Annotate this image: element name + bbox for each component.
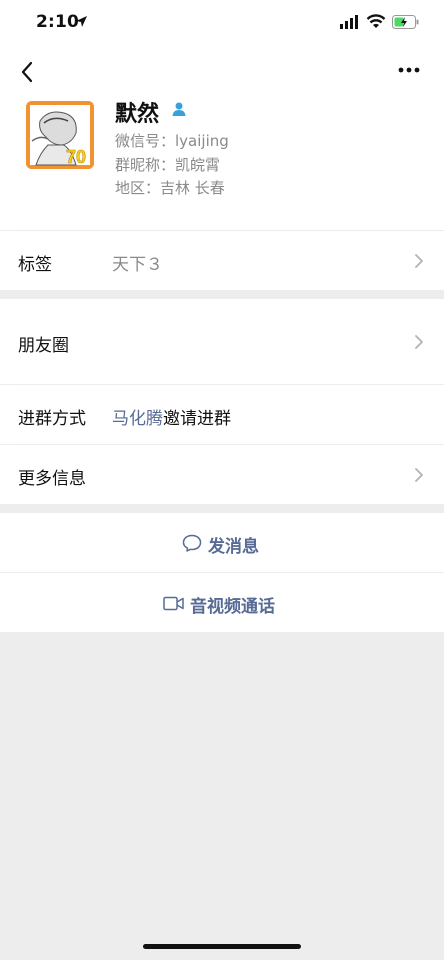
join-method-value: 马化腾邀请进群 bbox=[112, 404, 231, 429]
more-dots-icon[interactable] bbox=[392, 62, 428, 78]
more-info-label: 更多信息 bbox=[18, 469, 86, 489]
status-bar: 2:10 bbox=[0, 0, 444, 46]
join-method-label: 进群方式 bbox=[18, 409, 86, 429]
avatar-image: 70 bbox=[26, 101, 94, 169]
more-info-row[interactable]: 更多信息 bbox=[0, 445, 444, 504]
avatar[interactable]: 70 bbox=[26, 101, 94, 169]
tags-row[interactable]: 标签 天下３ bbox=[0, 231, 444, 290]
location-arrow-icon bbox=[76, 16, 87, 27]
inviter-link[interactable]: 马化腾 bbox=[112, 409, 163, 429]
video-call-label: 音视频通话 bbox=[190, 597, 275, 617]
tags-value: 天下３ bbox=[112, 255, 163, 275]
profile-name: 默然 bbox=[115, 102, 160, 127]
chevron-right-icon bbox=[415, 468, 423, 482]
video-call-button[interactable]: 音视频通话 bbox=[0, 573, 444, 632]
svg-text:70: 70 bbox=[66, 147, 86, 167]
chevron-left-icon[interactable] bbox=[14, 58, 42, 86]
moments-label: 朋友圈 bbox=[18, 336, 69, 356]
send-message-label: 发消息 bbox=[208, 537, 259, 557]
section-gap bbox=[0, 290, 444, 299]
join-suffix: 邀请进群 bbox=[163, 409, 231, 429]
user-badge-icon bbox=[172, 102, 186, 116]
chevron-right-icon bbox=[415, 254, 423, 268]
group-nickname: 群昵称：凯皖霄 bbox=[115, 156, 221, 174]
region: 地区：吉林 长春 bbox=[115, 179, 225, 197]
home-indicator bbox=[143, 944, 301, 949]
profile-card: 70 默然 微信号：lyaijing 群昵称：凯皖霄 地区：吉林 长春 bbox=[0, 96, 444, 230]
wechat-id: 微信号：lyaijing bbox=[115, 132, 229, 150]
send-message-button[interactable]: 发消息 bbox=[0, 513, 444, 572]
wifi-icon bbox=[366, 14, 386, 28]
moments-row[interactable]: 朋友圈 bbox=[0, 299, 444, 384]
video-camera-icon bbox=[163, 596, 184, 611]
chevron-right-icon bbox=[415, 335, 423, 349]
chat-bubble-icon bbox=[182, 534, 202, 552]
tags-label: 标签 bbox=[18, 255, 52, 275]
battery-charging-icon bbox=[392, 15, 419, 29]
join-method-row: 进群方式 马化腾邀请进群 bbox=[0, 385, 444, 444]
cellular-signal-icon bbox=[340, 15, 358, 29]
status-time: 2:10 bbox=[36, 12, 80, 32]
nav-bar bbox=[0, 46, 444, 96]
section-gap bbox=[0, 504, 444, 513]
